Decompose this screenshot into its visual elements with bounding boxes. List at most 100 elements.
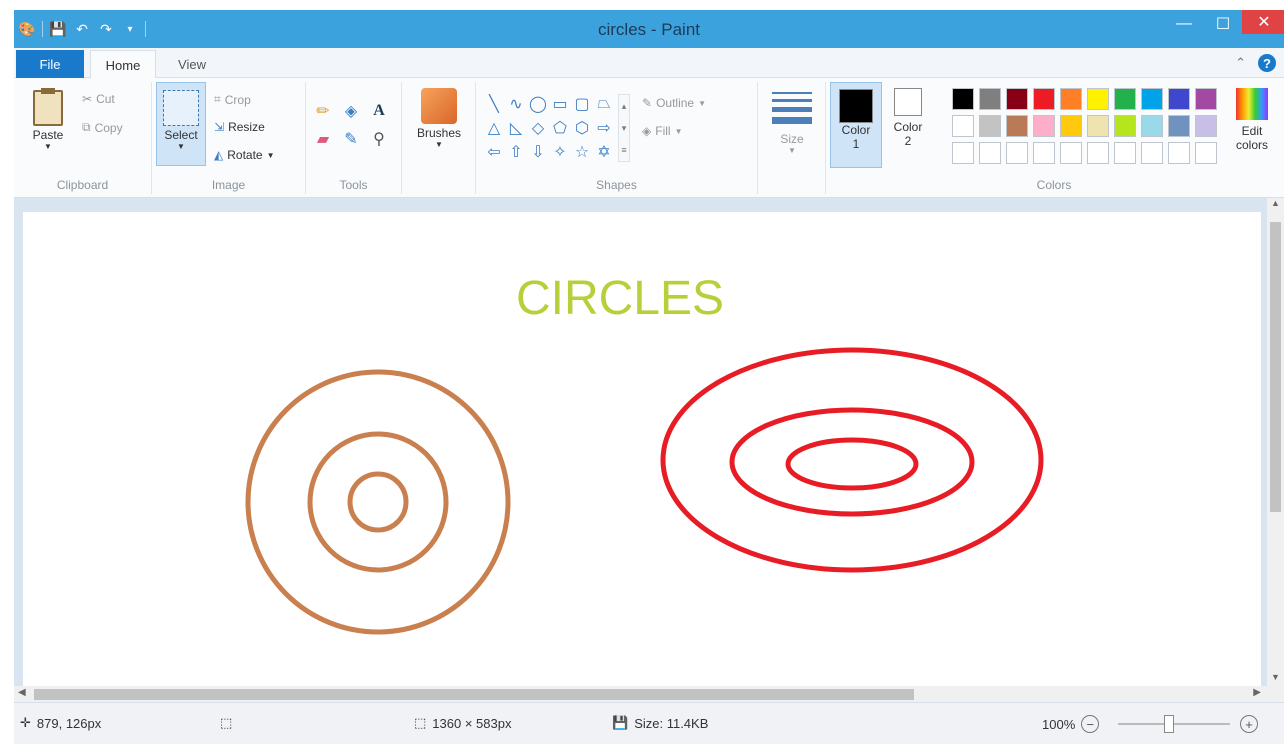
line-shape-icon[interactable]: ╲	[484, 94, 504, 114]
status-bar: ✛ 879, 126px ⬚ ⬚ 1360 × 583px 💾 Size: 11…	[14, 702, 1284, 744]
fill-button[interactable]: ◈ Fill ▼	[642, 124, 682, 138]
palette-swatch[interactable]	[1060, 88, 1082, 110]
up-arrow-shape-icon[interactable]: ⇧	[506, 142, 526, 162]
minimize-ribbon-icon[interactable]: ⌃	[1235, 55, 1246, 71]
palette-swatch[interactable]	[1195, 115, 1217, 137]
cursor-text: 879, 126px	[36, 715, 102, 731]
resize-button[interactable]: ⇲ Resize	[214, 120, 265, 134]
palette-empty-slot[interactable]	[1033, 142, 1055, 164]
palette-swatch[interactable]	[1114, 115, 1136, 137]
eraser-icon[interactable]: ▰	[312, 128, 334, 150]
size-button[interactable]: Size ▼	[766, 92, 818, 155]
palette-swatch[interactable]	[952, 115, 974, 137]
text-icon[interactable]: A	[368, 100, 390, 122]
curve-shape-icon[interactable]: ∿	[506, 94, 526, 114]
image-group: Select ▼ ⌗ Crop ⇲ Resize ◭ Rotate ▼ Imag…	[152, 82, 306, 194]
five-point-star-shape-icon[interactable]: ☆	[572, 142, 592, 162]
paint-window: 🎨 💾 ↶ ↷ ▾ circles - Paint — ☐ ✕ File Hom…	[14, 10, 1284, 744]
color1-label: Color 1	[841, 123, 871, 151]
vertical-scrollbar[interactable]: ▲ ▼	[1267, 198, 1284, 702]
palette-empty-slot[interactable]	[1060, 142, 1082, 164]
palette-swatch[interactable]	[1033, 115, 1055, 137]
pencil-icon[interactable]: ✏	[312, 100, 334, 122]
palette-swatch[interactable]	[1168, 88, 1190, 110]
hexagon-shape-icon[interactable]: ⬡	[572, 118, 592, 138]
scroll-left-icon[interactable]: ◀	[18, 687, 26, 698]
palette-swatch[interactable]	[1006, 88, 1028, 110]
polygon-shape-icon[interactable]: ⏢	[594, 94, 614, 114]
horizontal-scroll-thumb[interactable]	[34, 689, 914, 700]
zoom-slider-track[interactable]	[1118, 723, 1230, 725]
pentagon-shape-icon[interactable]: ⬠	[550, 118, 570, 138]
minimize-button[interactable]: —	[1164, 10, 1204, 38]
tab-view[interactable]: View	[162, 50, 222, 78]
copy-button[interactable]: ⧉ Copy	[82, 120, 123, 135]
color2-button[interactable]: Color 2	[886, 88, 930, 148]
palette-swatch[interactable]	[1141, 115, 1163, 137]
palette-swatch[interactable]	[979, 115, 1001, 137]
palette-swatch[interactable]	[1060, 115, 1082, 137]
tab-file[interactable]: File	[16, 50, 84, 78]
color-picker-icon[interactable]: ✎	[340, 128, 362, 150]
oval-shape-icon[interactable]: ◯	[528, 94, 548, 114]
rectangle-shape-icon[interactable]: ▭	[550, 94, 570, 114]
zoom-out-icon[interactable]: −	[1081, 715, 1100, 733]
palette-swatch[interactable]	[1006, 115, 1028, 137]
palette-empty-slot[interactable]	[1114, 142, 1136, 164]
four-point-star-shape-icon[interactable]: ✧	[550, 142, 570, 162]
right-triangle-shape-icon[interactable]: ◺	[506, 118, 526, 138]
palette-empty-slot[interactable]	[1195, 142, 1217, 164]
rounded-rectangle-shape-icon[interactable]: ▢	[572, 94, 592, 114]
scroll-down-icon[interactable]: ▼	[1267, 672, 1284, 682]
help-icon[interactable]: ?	[1258, 54, 1276, 72]
shapes-group: ╲ ∿ ◯ ▭ ▢ ⏢ △ ◺ ◇ ⬠ ⬡ ⇨ ⇦ ⇧ ⇩ ✧ ☆ ✡ ▴ ▾ ≡ …	[476, 82, 758, 194]
rotate-button[interactable]: ◭ Rotate ▼	[214, 148, 275, 162]
tab-home[interactable]: Home	[90, 50, 156, 79]
palette-swatch[interactable]	[1195, 88, 1217, 110]
palette-empty-slot[interactable]	[979, 142, 1001, 164]
shapes-scroll[interactable]: ▴ ▾ ≡	[618, 94, 630, 162]
color1-button[interactable]: Color 1	[830, 82, 882, 168]
cut-button[interactable]: ✂ Cut	[82, 92, 115, 106]
palette-swatch[interactable]	[1087, 115, 1109, 137]
scroll-right-icon[interactable]: ▶	[1253, 687, 1261, 698]
close-button[interactable]: ✕	[1242, 10, 1284, 34]
down-arrow-shape-icon[interactable]: ⇩	[528, 142, 548, 162]
crop-button[interactable]: ⌗ Crop	[214, 92, 251, 107]
six-point-star-shape-icon[interactable]: ✡	[594, 142, 614, 162]
palette-swatch[interactable]	[1141, 88, 1163, 110]
triangle-shape-icon[interactable]: △	[484, 118, 504, 138]
dimensions-text: 1360 × 583px	[432, 715, 512, 731]
palette-empty-slot[interactable]	[1141, 142, 1163, 164]
right-arrow-shape-icon[interactable]: ⇨	[594, 118, 614, 138]
paste-button[interactable]: Paste ▼	[24, 88, 72, 151]
fill-bucket-icon[interactable]: ◈	[340, 100, 362, 122]
palette-swatch[interactable]	[1033, 88, 1055, 110]
edit-colors-button[interactable]: Edit colors	[1228, 88, 1276, 152]
scroll-up-icon[interactable]: ▲	[1267, 198, 1284, 208]
palette-swatch[interactable]	[1087, 88, 1109, 110]
palette-empty-slot[interactable]	[1087, 142, 1109, 164]
palette-empty-slot[interactable]	[1006, 142, 1028, 164]
drawing-canvas[interactable]: CIRCLES	[23, 212, 1261, 686]
cut-label: Cut	[96, 92, 115, 106]
horizontal-scrollbar[interactable]: ◀ ▶	[14, 686, 1267, 703]
zoom-in-icon[interactable]: +	[1240, 715, 1258, 733]
vertical-scroll-thumb[interactable]	[1270, 222, 1281, 512]
outer-ellipse	[660, 347, 1044, 573]
maximize-button[interactable]: ☐	[1204, 10, 1242, 38]
palette-empty-slot[interactable]	[952, 142, 974, 164]
outline-button[interactable]: ✎ Outline ▼	[642, 96, 706, 110]
zoom-level: 100%	[1042, 716, 1076, 732]
brushes-button[interactable]: Brushes ▼	[410, 88, 468, 149]
palette-swatch[interactable]	[952, 88, 974, 110]
select-button[interactable]: Select ▼	[156, 82, 206, 166]
left-arrow-shape-icon[interactable]: ⇦	[484, 142, 504, 162]
diamond-shape-icon[interactable]: ◇	[528, 118, 548, 138]
palette-swatch[interactable]	[1114, 88, 1136, 110]
zoom-slider-thumb[interactable]	[1164, 715, 1174, 733]
magnifier-icon[interactable]: ⚲	[368, 128, 390, 150]
palette-swatch[interactable]	[1168, 115, 1190, 137]
palette-empty-slot[interactable]	[1168, 142, 1190, 164]
palette-swatch[interactable]	[979, 88, 1001, 110]
